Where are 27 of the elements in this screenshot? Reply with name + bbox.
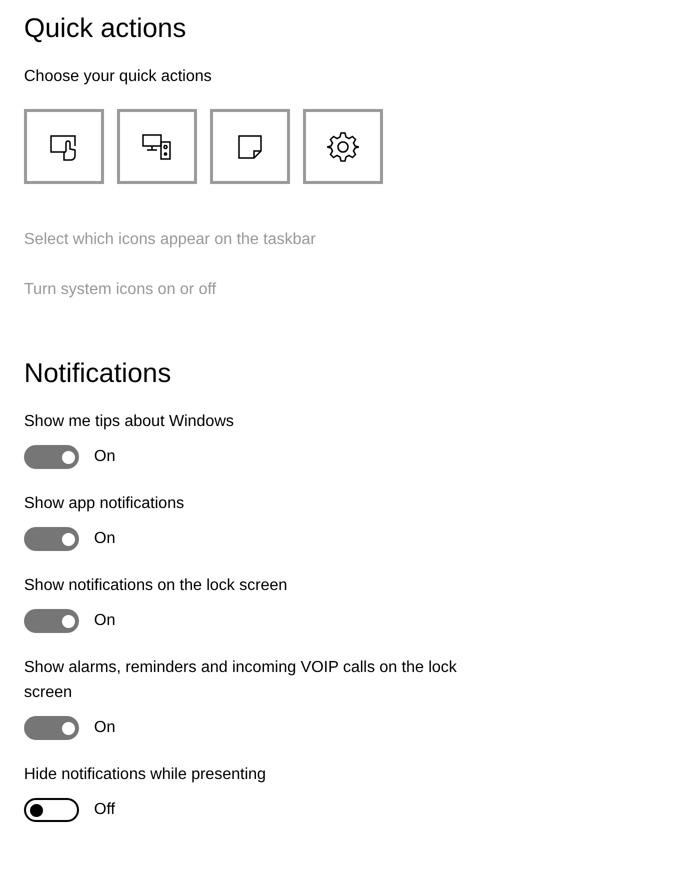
toggle-state: On — [94, 719, 116, 737]
quick-action-tile[interactable] — [303, 109, 383, 184]
settings-icon — [327, 130, 359, 162]
settings-link[interactable]: Turn system icons on or off — [24, 281, 216, 299]
toggle-switch[interactable] — [24, 445, 79, 469]
quick-action-tile[interactable] — [210, 109, 290, 184]
note-icon — [236, 132, 264, 160]
section-title: Notifications — [24, 357, 172, 390]
section-title: Quick actions — [24, 12, 188, 45]
toggle-state: Off — [94, 801, 116, 819]
toggle-switch[interactable] — [24, 609, 79, 633]
toggle-switch[interactable] — [24, 798, 79, 822]
setting-label: Show me tips about Windows — [24, 412, 235, 432]
toggle-state: On — [94, 530, 116, 548]
quick-action-tile[interactable] — [117, 109, 197, 184]
toggle-state: On — [94, 612, 116, 630]
setting-label: Show notifications on the lock screen — [24, 576, 288, 596]
quick-action-tile[interactable] — [24, 109, 104, 184]
toggle-switch[interactable] — [24, 527, 79, 551]
desktop-computer-icon — [141, 132, 173, 160]
setting-label: Show alarms, reminders and incoming VOIP calls on the lock screen — [24, 658, 458, 703]
toggle-state: On — [94, 448, 116, 466]
setting-label: Show app notifications — [24, 494, 186, 514]
toggle-switch[interactable] — [24, 716, 79, 740]
setting-label: Hide notifications while presenting — [24, 765, 267, 785]
section-subtitle: Choose your quick actions — [24, 68, 213, 86]
settings-link[interactable]: Select which icons appear on the taskbar — [24, 231, 316, 249]
